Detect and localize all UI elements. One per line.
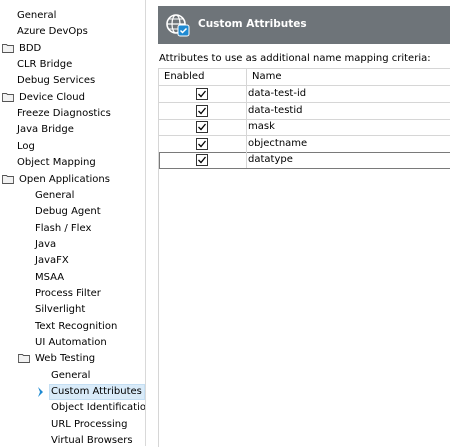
tree-item-label: Object Identification bbox=[51, 402, 146, 413]
attribute-name-cell[interactable]: data-testid bbox=[247, 103, 302, 119]
page-title: Custom Attributes bbox=[198, 18, 307, 30]
tree-item[interactable]: Debug Services bbox=[0, 73, 145, 89]
attribute-name-cell[interactable]: mask bbox=[247, 119, 275, 135]
tree-item-label: BDD bbox=[19, 43, 42, 54]
tree-item[interactable]: Flash / Flex bbox=[0, 221, 145, 237]
tree-item[interactable]: Silverlight bbox=[0, 302, 145, 318]
tree-item-label: Custom Attributes bbox=[49, 384, 145, 400]
tree-item[interactable]: Azure DevOps bbox=[0, 24, 145, 40]
attribute-row[interactable]: mask bbox=[159, 119, 450, 136]
folder-icon bbox=[2, 44, 14, 53]
enabled-checkbox[interactable] bbox=[196, 121, 208, 133]
tree-item-label: Debug Agent bbox=[35, 206, 101, 217]
enabled-checkbox[interactable] bbox=[196, 137, 208, 150]
tree-item-label: Freeze Diagnostics bbox=[17, 108, 111, 119]
tree-item-label: JavaFX bbox=[35, 255, 69, 266]
attribute-name-cell[interactable]: datatype bbox=[247, 152, 293, 168]
attribute-name-cell[interactable]: data-test-id bbox=[247, 86, 306, 102]
tree-item[interactable]: Open Applications bbox=[0, 172, 145, 188]
check-icon bbox=[198, 140, 207, 147]
attribute-row[interactable]: datatype bbox=[159, 152, 450, 169]
tree-item[interactable]: Device Cloud bbox=[0, 90, 145, 106]
tree-item[interactable]: Virtual Browsers bbox=[0, 433, 145, 446]
check-icon bbox=[198, 156, 207, 164]
tree-item[interactable]: General bbox=[0, 8, 145, 24]
column-header-name[interactable]: Name bbox=[247, 69, 282, 85]
enabled-cell bbox=[159, 135, 247, 152]
tree-item-label: Azure DevOps bbox=[17, 26, 88, 37]
tree-item-label: URL Processing bbox=[51, 419, 128, 430]
check-icon bbox=[198, 107, 207, 114]
enabled-checkbox[interactable] bbox=[196, 104, 208, 117]
tree-item-label: Java bbox=[35, 239, 57, 250]
folder-icon bbox=[2, 93, 14, 102]
tree-item[interactable]: Custom Attributes bbox=[0, 384, 145, 400]
tree-item[interactable]: Object Mapping bbox=[0, 155, 145, 171]
tree-item[interactable]: MSAA bbox=[0, 270, 145, 286]
check-icon bbox=[198, 123, 207, 131]
attribute-name-cell[interactable]: objectname bbox=[247, 136, 307, 152]
tree-item[interactable]: Debug Agent bbox=[0, 204, 145, 220]
attributes-caption: Attributes to use as additional name map… bbox=[159, 53, 431, 64]
tree-item-label: UI Automation bbox=[35, 337, 107, 348]
tree-item-label: Process Filter bbox=[35, 288, 101, 299]
tree-item-label: General bbox=[51, 370, 91, 381]
tree-item[interactable]: JavaFX bbox=[0, 253, 145, 269]
attributes-grid: Enabled Name data-test-id data-testid mask… bbox=[158, 68, 450, 447]
tree-item-label: Device Cloud bbox=[19, 92, 85, 103]
column-header-enabled[interactable]: Enabled bbox=[159, 69, 247, 85]
tree-item-label: Silverlight bbox=[35, 304, 86, 315]
tree-item-label: Debug Services bbox=[17, 75, 96, 86]
folder-icon bbox=[18, 354, 30, 363]
tree-item[interactable]: Log bbox=[0, 139, 145, 155]
enabled-cell bbox=[159, 86, 247, 102]
attribute-row[interactable]: data-test-id bbox=[159, 86, 450, 103]
enabled-checkbox[interactable] bbox=[196, 88, 208, 100]
check-icon bbox=[198, 90, 207, 98]
globe-settings-icon bbox=[166, 14, 190, 37]
tree-item-label: Virtual Browsers bbox=[51, 435, 133, 446]
tree-item-label: Log bbox=[17, 141, 35, 152]
panel-header: Custom Attributes bbox=[158, 6, 450, 44]
tree-item-label: General bbox=[17, 10, 57, 21]
tree-item[interactable]: Process Filter bbox=[0, 286, 145, 302]
tree-item-label: Web Testing bbox=[35, 353, 96, 364]
tree-item[interactable]: UI Automation bbox=[0, 335, 145, 351]
tree-item[interactable]: Text Recognition bbox=[0, 319, 145, 335]
tree-item[interactable]: Freeze Diagnostics bbox=[0, 106, 145, 122]
attribute-row[interactable]: data-testid bbox=[159, 102, 450, 120]
enabled-checkbox[interactable] bbox=[196, 154, 208, 166]
grid-header: Enabled Name bbox=[159, 69, 450, 86]
tree-item[interactable]: BDD bbox=[0, 41, 145, 57]
tree-item[interactable]: URL Processing bbox=[0, 417, 145, 433]
tree-item-label: Flash / Flex bbox=[35, 223, 92, 234]
attribute-row[interactable]: objectname bbox=[159, 135, 450, 153]
tree-item[interactable]: Web Testing bbox=[0, 351, 145, 367]
current-item-arrow-icon bbox=[38, 387, 43, 397]
tree-item-label: Open Applications bbox=[19, 174, 110, 185]
tree-item[interactable]: Java Bridge bbox=[0, 122, 145, 138]
tree-item-label: MSAA bbox=[35, 272, 65, 283]
enabled-cell bbox=[159, 102, 247, 119]
options-tree: General Azure DevOps BDD CLR Bridge Debug Se… bbox=[0, 0, 146, 446]
tree-item[interactable]: CLR Bridge bbox=[0, 57, 145, 73]
tree-item[interactable]: General bbox=[0, 368, 145, 384]
tree-item[interactable]: General bbox=[0, 188, 145, 204]
tree-item-label: Java Bridge bbox=[17, 124, 74, 135]
tree-item-label: Text Recognition bbox=[35, 321, 118, 332]
tree-item-label: CLR Bridge bbox=[17, 59, 73, 70]
tree-item[interactable]: Java bbox=[0, 237, 145, 253]
enabled-cell bbox=[159, 119, 247, 135]
tree-item[interactable]: Object Identification bbox=[0, 400, 145, 416]
folder-icon bbox=[2, 175, 14, 184]
tree-item-label: Object Mapping bbox=[17, 157, 96, 168]
enabled-cell bbox=[159, 152, 247, 168]
tree-item-label: General bbox=[35, 190, 75, 201]
